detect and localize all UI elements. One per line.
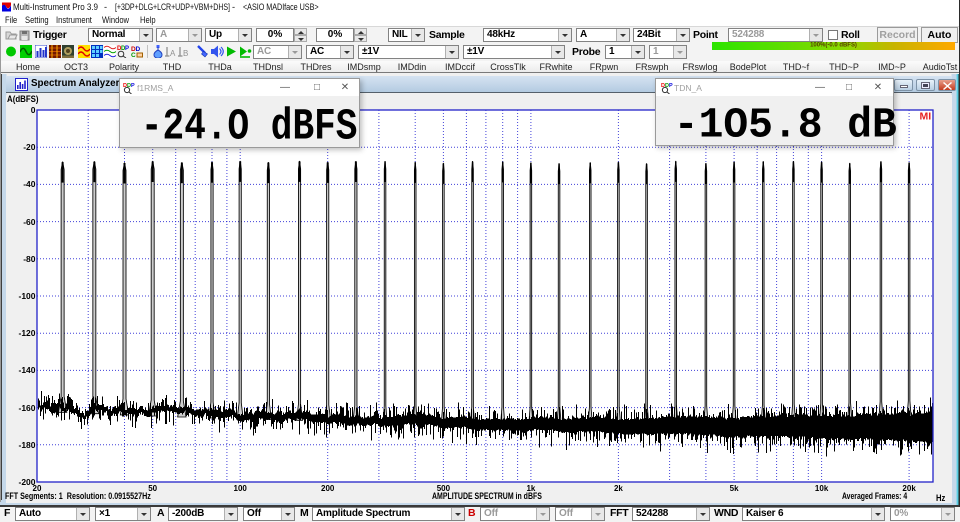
svg-text:MI: MI	[920, 111, 932, 123]
svg-text:P: P	[131, 83, 135, 89]
svg-text:P: P	[669, 83, 673, 89]
